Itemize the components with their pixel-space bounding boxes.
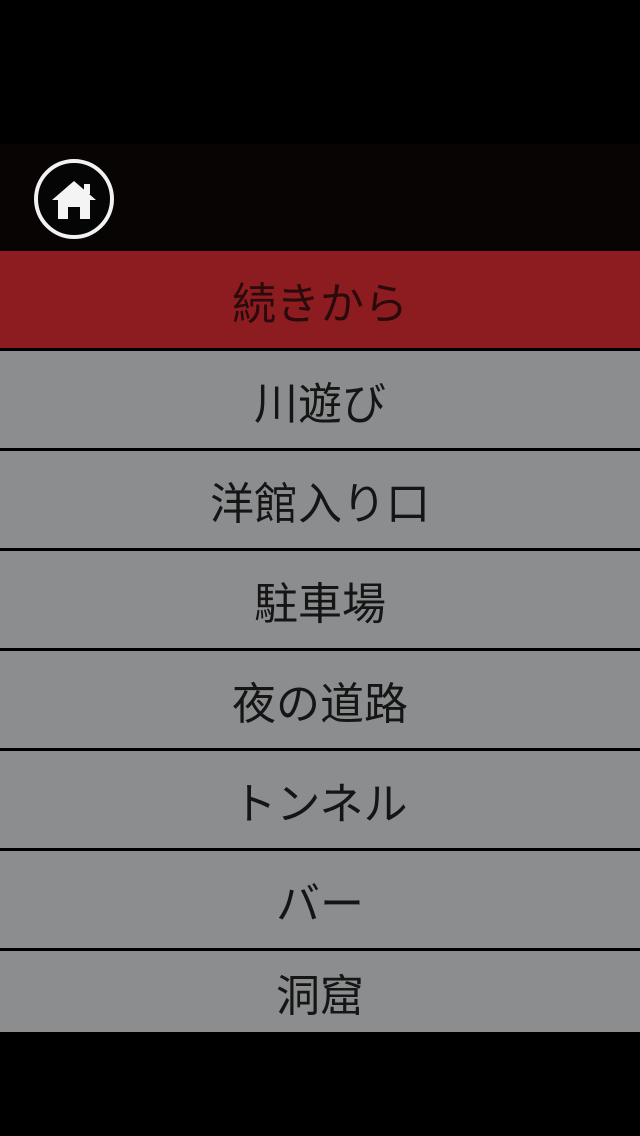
menu-item-mansion-entrance[interactable]: 洋館入り口	[0, 451, 640, 548]
stage-menu: 続きから 川遊び 洋館入り口 駐車場 夜の道路 トンネル バー 洞窟	[0, 251, 640, 1032]
menu-item-tunnel[interactable]: トンネル	[0, 751, 640, 848]
bottom-area	[0, 1034, 640, 1136]
menu-item-night-road[interactable]: 夜の道路	[0, 651, 640, 748]
menu-item-continue[interactable]: 続きから	[0, 251, 640, 348]
home-button[interactable]	[32, 157, 116, 241]
home-icon	[34, 159, 114, 239]
menu-item-river[interactable]: 川遊び	[0, 351, 640, 448]
top-status-area	[0, 0, 640, 144]
menu-item-bar[interactable]: バー	[0, 851, 640, 948]
menu-item-cave[interactable]: 洞窟	[0, 951, 640, 1032]
menu-item-parking-lot[interactable]: 駐車場	[0, 551, 640, 648]
